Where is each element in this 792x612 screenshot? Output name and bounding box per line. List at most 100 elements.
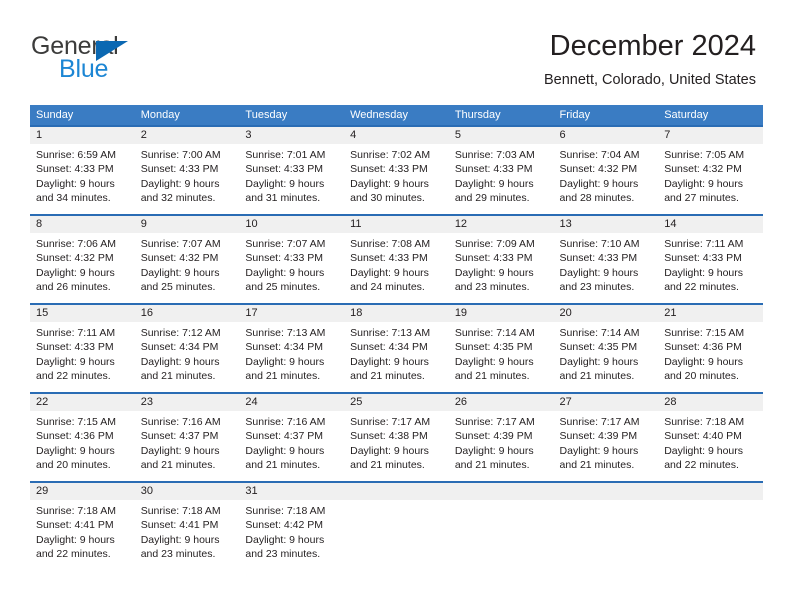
day-number: 18 <box>344 305 449 322</box>
day-info: Sunrise: 7:11 AM Sunset: 4:33 PM Daylight:… <box>658 233 763 294</box>
daylight-text-line1: Daylight: 9 hours <box>559 444 639 457</box>
calendar-day-cell[interactable]: 25 Sunrise: 7:17 AM Sunset: 4:38 PM Dayligh… <box>344 392 449 482</box>
daylight-text-line1: Daylight: 9 hours <box>559 355 639 368</box>
day-info <box>449 500 554 504</box>
calendar-day-cell[interactable]: 8 Sunrise: 7:06 AM Sunset: 4:32 PM Daylight… <box>30 214 135 304</box>
day-number: 15 <box>30 305 135 322</box>
daylight-text-line2: and 22 minutes. <box>36 369 111 382</box>
daylight-text-line2: and 21 minutes. <box>350 458 425 471</box>
daylight-text-line1: Daylight: 9 hours <box>36 355 115 368</box>
daylight-text-line1: Daylight: 9 hours <box>140 533 220 546</box>
sunrise-text: Sunrise: 7:08 AM <box>350 238 431 250</box>
day-info: Sunrise: 7:10 AM Sunset: 4:33 PM Daylight:… <box>554 233 659 294</box>
sunrise-text: Sunrise: 7:01 AM <box>245 149 326 161</box>
day-info: Sunrise: 7:15 AM Sunset: 4:36 PM Daylight:… <box>658 322 763 383</box>
daylight-text-line1: Daylight: 9 hours <box>350 444 429 457</box>
sunrise-text: Sunrise: 7:07 AM <box>245 238 326 250</box>
day-info: Sunrise: 7:11 AM Sunset: 4:33 PM Daylight:… <box>30 322 135 383</box>
calendar-day-cell[interactable]: 9 Sunrise: 7:07 AM Sunset: 4:32 PM Daylight… <box>134 214 240 304</box>
sunset-text: Sunset: 4:37 PM <box>245 430 324 443</box>
day-number: 6 <box>553 127 659 144</box>
calendar-day-cell[interactable]: 1 Sunrise: 6:59 AM Sunset: 4:33 PM Daylight… <box>30 125 135 215</box>
day-info: Sunrise: 7:17 AM Sunset: 4:38 PM Daylight:… <box>344 411 449 472</box>
sunset-text: Sunset: 4:34 PM <box>140 341 219 354</box>
day-info: Sunrise: 7:13 AM Sunset: 4:34 PM Daylight:… <box>344 322 449 383</box>
daylight-text-line1: Daylight: 9 hours <box>559 177 639 190</box>
sunset-text: Sunset: 4:40 PM <box>664 430 742 443</box>
sunrise-text: Sunrise: 7:13 AM <box>245 327 326 339</box>
sunset-text: Sunset: 4:36 PM <box>36 430 114 443</box>
calendar-day-cell[interactable]: 6 Sunrise: 7:04 AM Sunset: 4:32 PM Daylight… <box>553 125 659 215</box>
day-info: Sunrise: 7:07 AM Sunset: 4:32 PM Daylight:… <box>135 233 240 294</box>
calendar-day-cell[interactable]: 13 Sunrise: 7:10 AM Sunset: 4:33 PM Dayligh… <box>553 214 659 304</box>
day-info: Sunrise: 7:16 AM Sunset: 4:37 PM Daylight:… <box>135 411 240 472</box>
day-number: 10 <box>239 216 345 233</box>
sunrise-text: Sunrise: 7:17 AM <box>454 416 535 428</box>
calendar-day-cell[interactable]: 31 Sunrise: 7:18 AM Sunset: 4:42 PM Dayligh… <box>239 481 345 571</box>
calendar-day-cell[interactable]: 10 Sunrise: 7:07 AM Sunset: 4:33 PM Dayligh… <box>239 214 345 304</box>
day-number: 24 <box>239 394 345 411</box>
calendar-day-cell[interactable]: 18 Sunrise: 7:13 AM Sunset: 4:34 PM Dayligh… <box>344 303 449 393</box>
calendar-day-cell[interactable]: 7 Sunrise: 7:05 AM Sunset: 4:32 PM Daylight… <box>658 125 763 215</box>
sunrise-text: Sunrise: 7:03 AM <box>454 149 535 161</box>
daylight-text-line1: Daylight: 9 hours <box>245 444 325 457</box>
sunset-text: Sunset: 4:42 PM <box>245 519 324 532</box>
day-info: Sunrise: 7:18 AM Sunset: 4:40 PM Daylight:… <box>658 411 763 472</box>
sunset-text: Sunset: 4:33 PM <box>350 163 428 176</box>
calendar-day-cell[interactable]: 30 Sunrise: 7:18 AM Sunset: 4:41 PM Dayligh… <box>134 481 240 571</box>
calendar-day-cell[interactable]: 2 Sunrise: 7:00 AM Sunset: 4:33 PM Daylight… <box>134 125 240 215</box>
calendar-day-cell[interactable]: 12 Sunrise: 7:09 AM Sunset: 4:33 PM Dayligh… <box>448 214 554 304</box>
general-blue-logo[interactable]: General Blue <box>31 32 231 88</box>
calendar-day-cell[interactable]: 4 Sunrise: 7:02 AM Sunset: 4:33 PM Daylight… <box>344 125 449 215</box>
calendar-page: General Blue December 2024 Bennett, Colo… <box>0 0 792 612</box>
daylight-text-line1: Daylight: 9 hours <box>140 355 220 368</box>
sunset-text: Sunset: 4:32 PM <box>140 252 219 265</box>
sunset-text: Sunset: 4:41 PM <box>36 519 114 532</box>
calendar-day-cell[interactable]: 26 Sunrise: 7:17 AM Sunset: 4:39 PM Dayligh… <box>448 392 554 482</box>
daylight-text-line2: and 29 minutes. <box>454 191 530 204</box>
daylight-text-line1: Daylight: 9 hours <box>245 355 325 368</box>
calendar-day-cell[interactable]: 22 Sunrise: 7:15 AM Sunset: 4:36 PM Dayligh… <box>30 392 135 482</box>
sunrise-text: Sunrise: 7:00 AM <box>140 149 221 161</box>
daylight-text-line1: Daylight: 9 hours <box>350 355 429 368</box>
day-info <box>554 500 659 504</box>
daylight-text-line2: and 26 minutes. <box>36 280 111 293</box>
sunrise-text: Sunrise: 7:04 AM <box>559 149 640 161</box>
calendar-day-cell[interactable]: 17 Sunrise: 7:13 AM Sunset: 4:34 PM Dayligh… <box>239 303 345 393</box>
calendar-day-cell[interactable]: 19 Sunrise: 7:14 AM Sunset: 4:35 PM Dayligh… <box>448 303 554 393</box>
calendar-day-cell[interactable]: 20 Sunrise: 7:14 AM Sunset: 4:35 PM Dayligh… <box>553 303 659 393</box>
day-number: 27 <box>553 394 659 411</box>
daylight-text-line1: Daylight: 9 hours <box>454 355 534 368</box>
calendar-day-cell[interactable]: 14 Sunrise: 7:11 AM Sunset: 4:33 PM Dayligh… <box>658 214 763 304</box>
day-number: 28 <box>658 394 763 411</box>
calendar-day-cell[interactable]: 15 Sunrise: 7:11 AM Sunset: 4:33 PM Dayligh… <box>30 303 135 393</box>
calendar-day-cell[interactable]: 21 Sunrise: 7:15 AM Sunset: 4:36 PM Dayligh… <box>658 303 763 393</box>
calendar-day-cell[interactable]: 28 Sunrise: 7:18 AM Sunset: 4:40 PM Dayligh… <box>658 392 763 482</box>
calendar-day-cell[interactable]: 5 Sunrise: 7:03 AM Sunset: 4:33 PM Daylight… <box>448 125 554 215</box>
sunset-text: Sunset: 4:34 PM <box>350 341 428 354</box>
sunset-text: Sunset: 4:33 PM <box>245 252 324 265</box>
calendar-day-cell[interactable]: 11 Sunrise: 7:08 AM Sunset: 4:33 PM Dayligh… <box>344 214 449 304</box>
sunrise-text: Sunrise: 7:14 AM <box>559 327 640 339</box>
daylight-text-line2: and 24 minutes. <box>350 280 425 293</box>
day-info: Sunrise: 7:14 AM Sunset: 4:35 PM Daylight:… <box>449 322 554 383</box>
day-number <box>553 483 659 500</box>
day-number: 21 <box>658 305 763 322</box>
calendar-day-cell[interactable]: 24 Sunrise: 7:16 AM Sunset: 4:37 PM Dayligh… <box>239 392 345 482</box>
daylight-text-line1: Daylight: 9 hours <box>664 444 744 457</box>
calendar-day-cell[interactable]: 27 Sunrise: 7:17 AM Sunset: 4:39 PM Dayligh… <box>553 392 659 482</box>
calendar-day-cell[interactable]: 16 Sunrise: 7:12 AM Sunset: 4:34 PM Dayligh… <box>134 303 240 393</box>
daylight-text-line2: and 25 minutes. <box>140 280 216 293</box>
calendar-day-cell[interactable]: 3 Sunrise: 7:01 AM Sunset: 4:33 PM Daylight… <box>239 125 345 215</box>
day-info: Sunrise: 7:12 AM Sunset: 4:34 PM Daylight:… <box>135 322 240 383</box>
logo-text-blue: Blue <box>59 55 109 83</box>
day-info: Sunrise: 7:04 AM Sunset: 4:32 PM Daylight:… <box>554 144 659 205</box>
daylight-text-line2: and 23 minutes. <box>559 280 635 293</box>
daylight-text-line1: Daylight: 9 hours <box>36 266 115 279</box>
calendar-day-cell[interactable]: 23 Sunrise: 7:16 AM Sunset: 4:37 PM Dayligh… <box>134 392 240 482</box>
sunset-text: Sunset: 4:35 PM <box>454 341 533 354</box>
calendar-day-cell[interactable]: 29 Sunrise: 7:18 AM Sunset: 4:41 PM Dayligh… <box>30 481 135 571</box>
daylight-text-line1: Daylight: 9 hours <box>454 266 534 279</box>
sunset-text: Sunset: 4:39 PM <box>454 430 533 443</box>
day-info: Sunrise: 7:09 AM Sunset: 4:33 PM Daylight:… <box>449 233 554 294</box>
